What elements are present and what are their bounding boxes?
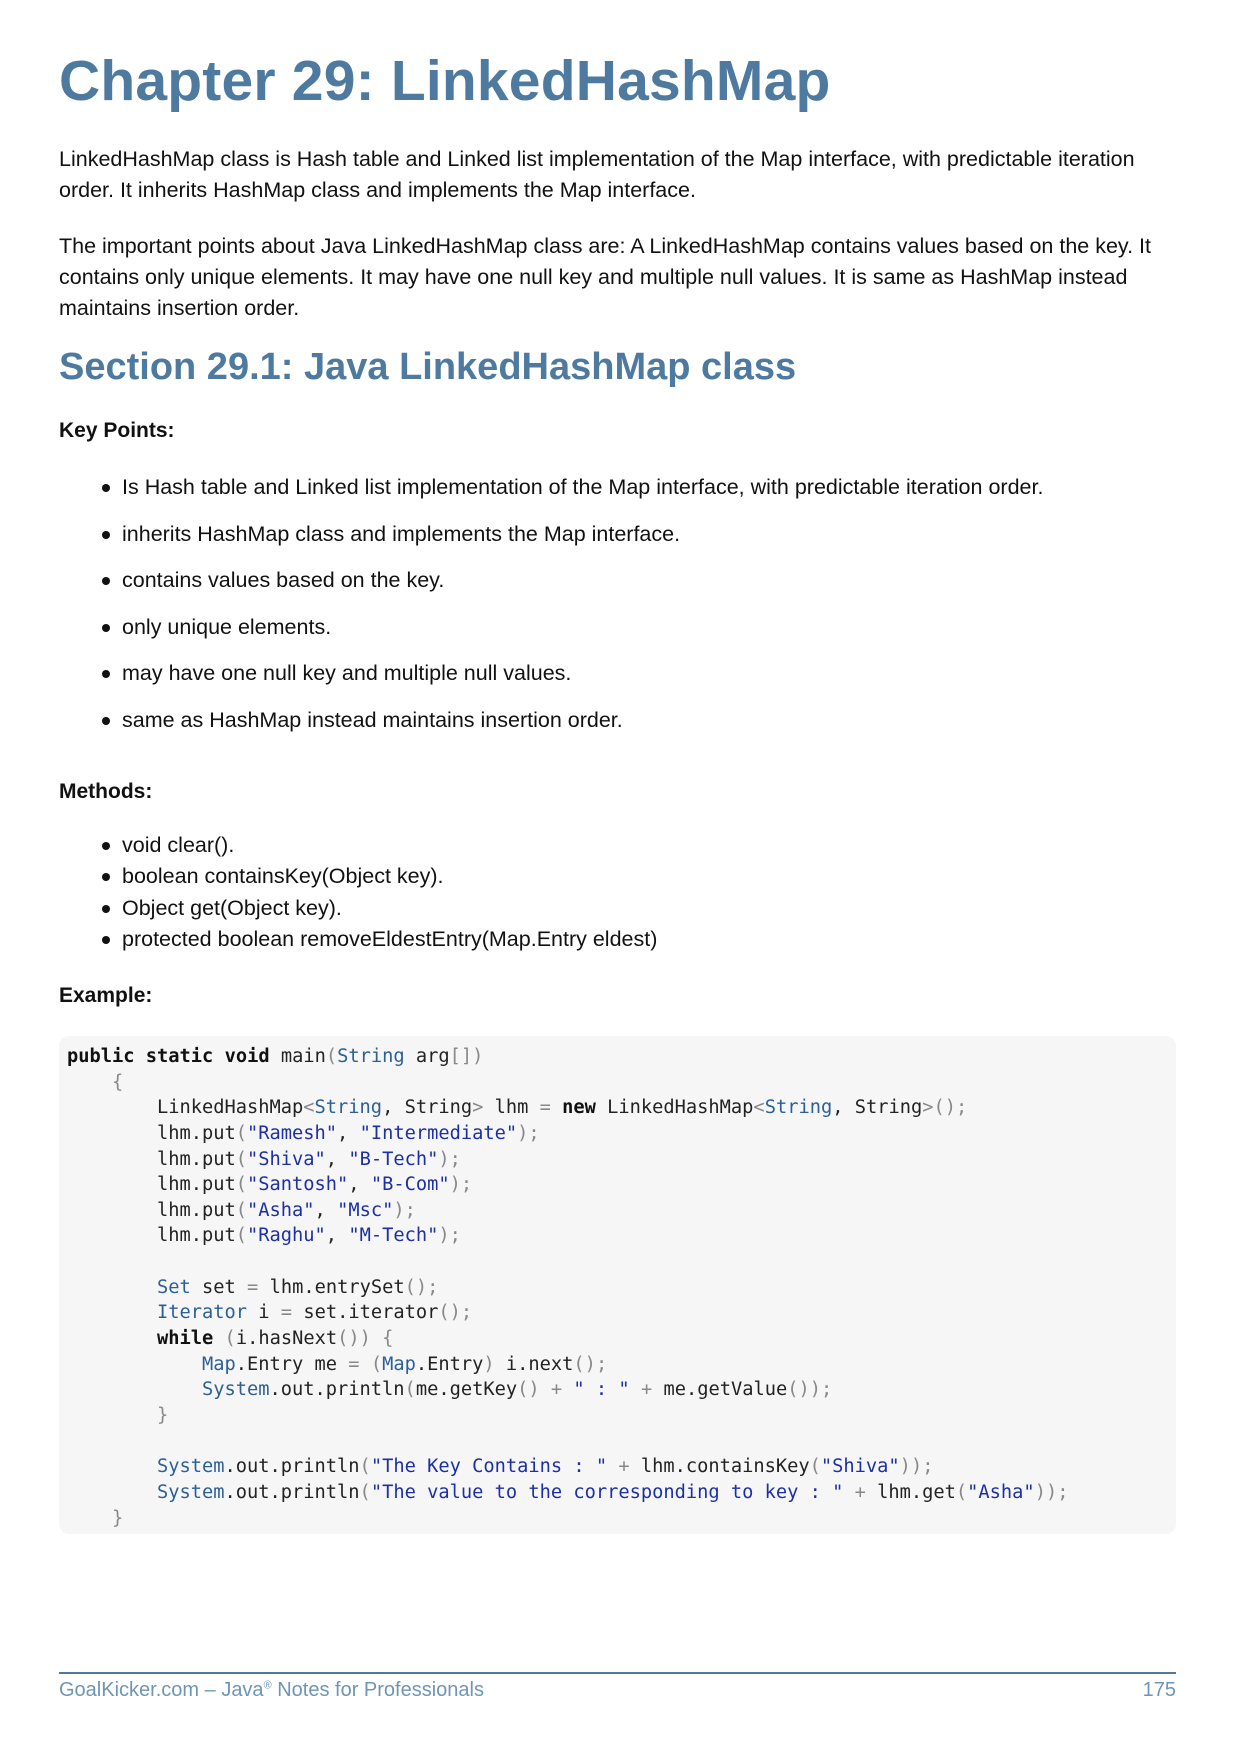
footer-site: GoalKicker.com xyxy=(59,1679,200,1701)
document-page: Chapter 29: LinkedHashMap LinkedHashMap … xyxy=(59,0,1184,1754)
code-line: ​ xyxy=(67,1249,1068,1275)
methods-label: Methods: xyxy=(59,780,153,803)
code-line: System.out.println("The value to the cor… xyxy=(157,1481,1069,1503)
intro-paragraph-2: The important points about Java LinkedHa… xyxy=(59,234,1151,320)
code-line: lhm.put("Raghu", "M-Tech"); xyxy=(67,1225,461,1247)
chapter-title: Chapter 29: LinkedHashMap xyxy=(59,49,831,113)
code-line: { xyxy=(112,1071,124,1093)
code-line: lhm.put("Santosh", "B-Com"); xyxy=(67,1174,473,1196)
intro-paragraph-1: LinkedHashMap class is Hash table and Li… xyxy=(59,147,1135,202)
code-line: System.out.println(me.getKey() + " : " +… xyxy=(202,1379,833,1401)
registered-mark: ® xyxy=(263,1679,272,1692)
section-title: Section 29.1: Java LinkedHashMap class xyxy=(59,346,797,388)
code-line: } xyxy=(112,1507,124,1529)
code-listing: public static void main(String arg[]) { … xyxy=(67,1044,1068,1531)
example-label: Example: xyxy=(59,984,153,1007)
key-point-item: contains values based on the key. xyxy=(59,565,1043,612)
code-block: public static void main(String arg[]) { … xyxy=(59,1036,1176,1534)
method-item: protected boolean removeEldestEntry(Map.… xyxy=(59,924,657,955)
footer-title: GoalKicker.com – Java® Notes for Profess… xyxy=(59,1679,484,1702)
key-point-item: only unique elements. xyxy=(59,612,1043,659)
key-point-item: may have one null key and multiple null … xyxy=(59,658,1043,705)
code-line: } xyxy=(157,1404,169,1426)
method-item: Object get(Object key). xyxy=(59,893,657,924)
method-item: void clear(). xyxy=(59,830,657,861)
methods-list: void clear(). boolean containsKey(Object… xyxy=(59,830,657,955)
code-line: lhm.put("Ramesh", "Intermediate"); xyxy=(67,1122,540,1144)
key-point-item: same as HashMap instead maintains insert… xyxy=(59,705,1043,752)
code-line: System.out.println("The Key Contains : "… xyxy=(157,1456,934,1478)
key-point-item: inherits HashMap class and implements th… xyxy=(59,519,1043,566)
page-number: 175 xyxy=(1142,1679,1176,1701)
method-item: boolean containsKey(Object key). xyxy=(59,861,657,892)
footer-book-prefix: Java xyxy=(221,1679,264,1701)
code-line: lhm.put("Asha", "Msc"); xyxy=(67,1199,416,1221)
key-point-item: Is Hash table and Linked list implementa… xyxy=(59,472,1043,519)
code-line: Map.Entry me = (Map.Entry) i.next(); xyxy=(202,1353,608,1375)
code-line: LinkedHashMap<String, String> lhm = new … xyxy=(67,1097,968,1119)
code-line: lhm.put("Shiva", "B-Tech"); xyxy=(67,1148,461,1170)
code-line: Iterator i = set.iterator(); xyxy=(157,1302,473,1324)
code-line: public static void main(String arg[]) xyxy=(67,1046,484,1067)
key-points-list: Is Hash table and Linked list implementa… xyxy=(59,472,1043,752)
code-line: ​ xyxy=(67,1429,1068,1455)
code-line: while (i.hasNext()) { xyxy=(157,1328,394,1350)
key-points-label: Key Points: xyxy=(59,419,175,442)
code-line: Set set = lhm.entrySet(); xyxy=(157,1276,439,1298)
footer-separator: – xyxy=(199,1679,222,1701)
footer-divider xyxy=(59,1672,1176,1674)
footer-book-suffix: Notes for Professionals xyxy=(271,1679,484,1701)
